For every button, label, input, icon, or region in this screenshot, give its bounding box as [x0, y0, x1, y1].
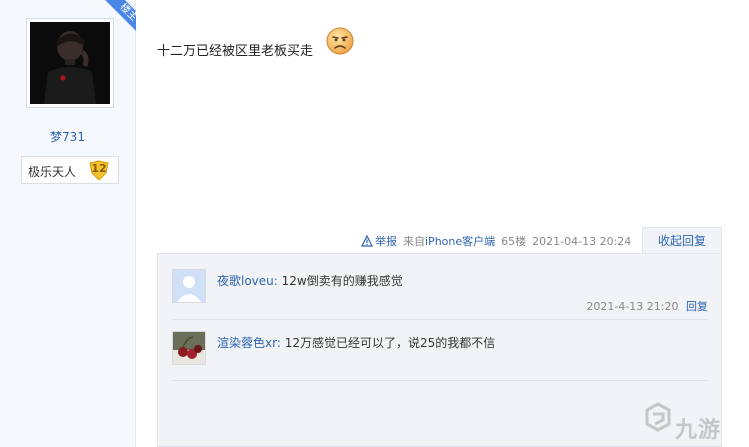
reply-author-name[interactable]: 渲染蓉色xr:: [217, 336, 281, 350]
collapse-replies-button[interactable]: 收起回复: [642, 227, 722, 254]
post-content: 十二万已经被区里老板买走: [157, 44, 314, 59]
reply-item: 渲染蓉色xr: 12万感觉已经可以了，说25的我都不信: [172, 331, 708, 371]
reply-author-name[interactable]: 夜歌loveu:: [217, 274, 278, 288]
op-badge: 楼主: [101, 0, 136, 40]
op-ribbon: 楼主: [92, 0, 136, 40]
level-badge-box[interactable]: 极乐天人 12: [21, 156, 119, 184]
level-name: 极乐天人: [28, 165, 77, 179]
warning-icon: [361, 235, 373, 247]
client-link[interactable]: iPhone客户端: [425, 233, 495, 249]
post-time: 2021-04-13 20:24: [532, 234, 632, 248]
post-tail: 举报 来自 iPhone客户端 65楼 2021-04-13 20:24: [361, 232, 631, 250]
cherries-avatar-icon[interactable]: [172, 331, 206, 365]
author-sidebar: 梦731 极乐天人 12: [0, 0, 136, 447]
reply-text: 12w倒卖有的赚我感觉: [281, 274, 403, 288]
reply-button[interactable]: 回复: [686, 300, 708, 313]
watermark-text: 九游: [675, 418, 722, 443]
level-shield-icon: 12: [88, 160, 110, 181]
reply-meta: 2021-4-13 21:20 回复: [586, 298, 708, 314]
reply-author: 夜歌loveu: 12w倒卖有的赚我感觉: [217, 272, 403, 289]
reply-text: 12万感觉已经可以了，说25的我都不信: [284, 336, 496, 350]
frown-face-emoji-icon: [326, 27, 354, 55]
jiuyou-watermark: 九游: [625, 390, 749, 447]
reply-time: 2021-4-13 21:20: [586, 300, 679, 313]
default-avatar-icon[interactable]: [172, 269, 206, 303]
reply-author: 渲染蓉色xr: 12万感觉已经可以了，说25的我都不信: [217, 334, 495, 351]
report-link[interactable]: 举报: [375, 233, 397, 249]
level-number: 12: [91, 162, 107, 175]
reply-divider: [172, 380, 708, 381]
reply-divider: [172, 319, 708, 320]
author-username[interactable]: 梦731: [0, 128, 135, 145]
reply-item: 夜歌loveu: 12w倒卖有的赚我感觉 2021-4-13 21:20 回复: [172, 269, 708, 319]
floor-number: 65楼: [501, 235, 527, 248]
from-prefix: 来自: [403, 235, 425, 248]
